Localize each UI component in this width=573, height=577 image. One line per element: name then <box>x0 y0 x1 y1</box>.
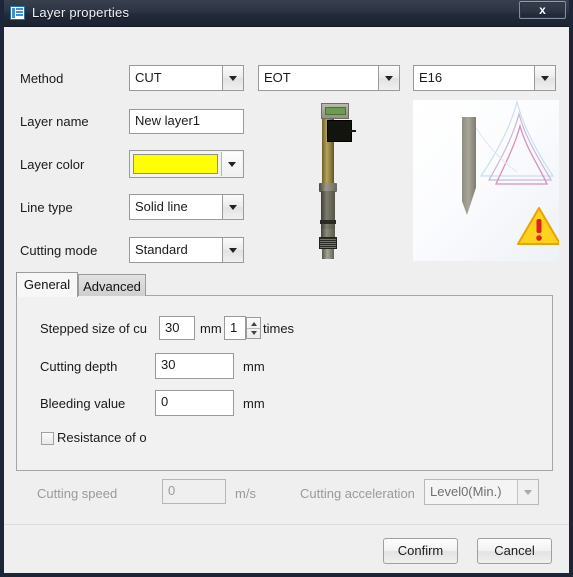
confirm-button[interactable]: Confirm <box>383 538 458 564</box>
cutting-depth-input[interactable]: 30 <box>155 353 234 379</box>
cutting-speed-unit: m/s <box>235 486 256 501</box>
method-cut-value: CUT <box>135 70 162 85</box>
chevron-down-icon <box>517 480 538 504</box>
cutting-mode-value: Standard <box>135 242 188 257</box>
cutting-acceleration-value: Level0(Min.) <box>430 484 502 499</box>
stepped-times-unit: times <box>263 321 295 336</box>
method-eot-value: EOT <box>264 70 291 85</box>
warning-triangle-icon <box>517 207 559 245</box>
cutting-mode-select[interactable]: Standard <box>129 237 244 263</box>
chevron-down-icon[interactable] <box>222 195 243 219</box>
method-label: Method <box>20 71 64 86</box>
method-cut-select[interactable]: CUT <box>129 65 244 91</box>
cutting-depth-label: Cutting depth <box>40 359 118 374</box>
cutting-speed-label: Cutting speed <box>37 486 118 501</box>
close-button[interactable]: x <box>519 1 566 19</box>
cutting-speed-input: 0 <box>162 479 226 504</box>
dialog-body: Method CUT EOT E16 Layer name New layer1… <box>4 27 569 573</box>
layer-color-label: Layer color <box>20 157 85 172</box>
chevron-down-icon[interactable] <box>222 238 243 262</box>
stepped-size-unit: mm <box>200 321 222 336</box>
layer-list-icon <box>10 6 25 20</box>
line-type-label: Line type <box>20 200 73 215</box>
footer-divider <box>4 524 569 525</box>
method-tool-select[interactable]: E16 <box>413 65 556 91</box>
layer-properties-dialog: Layer properties x Method CUT EOT E16 La… <box>0 0 573 577</box>
window-title: Layer properties <box>32 5 130 20</box>
tab-seam <box>17 295 77 297</box>
layer-name-label: Layer name <box>20 114 89 129</box>
line-type-value: Solid line <box>135 199 188 214</box>
blade-preview <box>413 100 559 261</box>
line-type-select[interactable]: Solid line <box>129 194 244 220</box>
cancel-button[interactable]: Cancel <box>477 538 552 564</box>
bleeding-value-unit: mm <box>243 396 265 411</box>
close-icon: x <box>539 3 546 17</box>
stepped-size-input[interactable]: 30 <box>159 316 195 340</box>
title-bar[interactable]: Layer properties x <box>4 0 569 27</box>
chevron-down-icon[interactable] <box>221 152 242 176</box>
chevron-down-icon[interactable] <box>222 66 243 90</box>
layer-color-select[interactable] <box>129 150 244 178</box>
cutting-acceleration-label: Cutting acceleration <box>300 486 415 501</box>
cutting-depth-unit: mm <box>243 359 265 374</box>
stepped-size-label: Stepped size of cu <box>40 321 147 336</box>
cutting-acceleration-select: Level0(Min.) <box>424 479 539 505</box>
tab-advanced[interactable]: Advanced <box>78 274 146 296</box>
bleeding-value-label: Bleeding value <box>40 396 126 411</box>
chevron-down-icon[interactable] <box>534 66 555 90</box>
bleeding-value-input[interactable]: 0 <box>155 390 234 416</box>
layer-name-input[interactable]: New layer1 <box>129 109 244 134</box>
resistance-checkbox[interactable] <box>41 432 54 445</box>
stepped-times-stepper[interactable] <box>246 317 261 339</box>
chevron-down-icon[interactable] <box>378 66 399 90</box>
resistance-label: Resistance of o <box>57 430 147 445</box>
method-eot-select[interactable]: EOT <box>258 65 400 91</box>
method-tool-value: E16 <box>419 70 443 85</box>
stepper-down-icon[interactable] <box>247 328 260 338</box>
cutting-tool-photo <box>313 103 359 259</box>
layer-color-swatch[interactable] <box>133 154 218 174</box>
stepped-times-input[interactable]: 1 <box>224 316 246 340</box>
cutting-mode-label: Cutting mode <box>20 243 98 258</box>
tab-general[interactable]: General <box>16 272 78 297</box>
contour-lines-icon <box>474 100 555 185</box>
